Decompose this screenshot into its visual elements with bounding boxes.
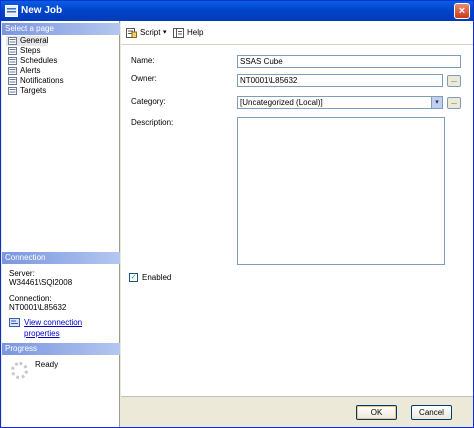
close-button[interactable]: × [454, 3, 470, 19]
progress-spinner-icon [11, 362, 28, 379]
title-bar: New Job × [1, 1, 473, 21]
toolbar: Script ▾ Help [121, 21, 473, 45]
sidebar-item-label: Targets [20, 86, 47, 95]
connection-header: Connection [2, 252, 120, 264]
server-label: Server: [9, 269, 35, 278]
view-connection-properties-label: View connection properties [24, 318, 83, 338]
sidebar-item-label: Schedules [20, 56, 58, 65]
sidebar-item-notifications[interactable]: Notifications [6, 76, 64, 86]
chevron-down-icon[interactable]: ▾ [431, 97, 442, 108]
enabled-label: Enabled [142, 273, 172, 282]
page-icon [8, 47, 17, 55]
description-field[interactable] [237, 117, 445, 265]
script-label: Script [140, 28, 161, 37]
owner-field[interactable] [237, 74, 443, 87]
sidebar-item-label: General [20, 36, 49, 45]
select-page-header: Select a page [2, 23, 120, 35]
script-dropdown-icon[interactable]: ▾ [163, 27, 167, 39]
category-label: Category: [131, 97, 166, 106]
script-icon [126, 28, 137, 38]
ok-button[interactable]: OK [356, 405, 397, 420]
job-window-icon [5, 5, 18, 17]
category-select[interactable]: [Uncategorized (Local)] ▾ [237, 96, 443, 109]
name-field[interactable] [237, 55, 461, 68]
cancel-button[interactable]: Cancel [411, 405, 452, 420]
sidebar-item-alerts[interactable]: Alerts [6, 66, 40, 76]
view-connection-properties-link[interactable]: View connection properties [9, 317, 119, 338]
window-title: New Job [21, 5, 63, 16]
help-label: Help [187, 28, 204, 37]
description-label: Description: [131, 118, 174, 127]
progress-header: Progress [2, 343, 120, 355]
server-value: W34461\SQl2008 [9, 278, 73, 287]
connection-label: Connection: [9, 294, 52, 303]
sidebar-item-general[interactable]: General [6, 36, 49, 46]
owner-label: Owner: [131, 74, 157, 83]
category-selected-value: [Uncategorized (Local)] [240, 98, 323, 107]
left-panel: Select a page General Steps Schedules Al… [2, 21, 120, 427]
close-icon: × [458, 5, 466, 17]
page-icon [8, 87, 17, 95]
sidebar-item-label: Steps [20, 46, 41, 55]
sidebar-item-steps[interactable]: Steps [6, 46, 40, 56]
check-icon: ✓ [130, 274, 137, 281]
page-icon [8, 57, 17, 65]
sidebar-item-label: Notifications [20, 76, 64, 85]
owner-browse-button[interactable]: ... [447, 75, 461, 87]
enabled-checkbox[interactable]: ✓ [129, 273, 138, 282]
name-label: Name: [131, 56, 155, 65]
category-browse-button[interactable]: ... [447, 97, 461, 109]
page-icon [8, 67, 17, 75]
progress-status: Ready [35, 360, 59, 369]
page-icon [8, 37, 17, 45]
help-button[interactable]: Help [173, 27, 203, 39]
connection-value: NT0001\L85632 [9, 303, 67, 312]
general-page: Script ▾ Help Name: Owner: ... Category:… [121, 21, 473, 396]
script-button[interactable]: Script [126, 27, 160, 39]
dialog-footer: OK Cancel [121, 396, 473, 427]
sidebar-item-targets[interactable]: Targets [6, 86, 46, 96]
sidebar-item-label: Alerts [20, 66, 41, 75]
page-icon [8, 77, 17, 85]
connection-properties-icon [9, 318, 20, 327]
sidebar-item-schedules[interactable]: Schedules [6, 56, 57, 66]
help-icon [173, 28, 184, 38]
new-job-dialog: New Job × Select a page General Steps Sc… [0, 0, 474, 428]
